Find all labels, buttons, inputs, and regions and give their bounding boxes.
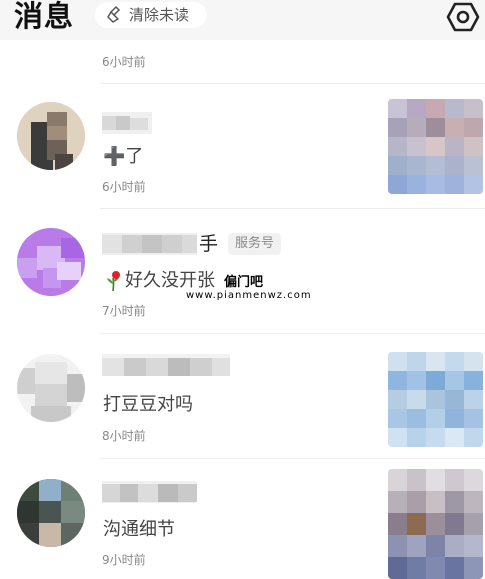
- message-preview: 打豆豆对吗: [103, 394, 193, 415]
- clear-unread-button[interactable]: 清除未读: [95, 2, 207, 28]
- avatar[interactable]: [17, 102, 85, 170]
- contact-name: [102, 112, 152, 134]
- conversation-row[interactable]: 沟通细节 9小时前: [0, 459, 485, 579]
- conversation-row[interactable]: 打豆豆对吗 8小时前: [0, 334, 485, 459]
- avatar[interactable]: [17, 479, 85, 547]
- page-title: 消息: [14, 0, 75, 33]
- conversation-time: 9小时前: [102, 553, 146, 567]
- contact-name-tail: 手: [199, 233, 219, 255]
- post-thumbnail[interactable]: [388, 469, 483, 579]
- avatar[interactable]: [17, 354, 85, 422]
- settings-hexagon-icon[interactable]: [446, 1, 480, 37]
- message-preview: 好久没开张: [125, 270, 215, 291]
- contact-name: [102, 481, 197, 503]
- conversation-row[interactable]: ➕了 6小时前: [0, 84, 485, 209]
- broom-icon: [105, 5, 125, 29]
- conversation-time: 8小时前: [102, 429, 146, 443]
- post-thumbnail[interactable]: [388, 99, 483, 194]
- conversation-row[interactable]: 手 服务号 好久没开张 7小时前: [0, 209, 485, 334]
- watermark-url: www.pianmenwz.com: [186, 290, 312, 301]
- service-account-badge: 服务号: [228, 233, 282, 255]
- contact-name: [102, 233, 197, 255]
- watermark-text: 偏门吧: [224, 275, 264, 290]
- message-preview: 沟通细节: [103, 519, 175, 540]
- message-preview: ➕了: [103, 146, 144, 167]
- conversation-time: 6小时前: [102, 180, 146, 194]
- conversation-time: 7小时前: [102, 304, 146, 318]
- rose-icon: [103, 270, 125, 296]
- avatar[interactable]: [17, 228, 85, 296]
- header-bar: 消息 清除未读: [0, 0, 485, 40]
- conversation-time: 6小时前: [102, 55, 146, 69]
- post-thumbnail[interactable]: [388, 352, 483, 447]
- contact-name: [102, 354, 230, 376]
- clear-unread-label: 清除未读: [129, 6, 190, 24]
